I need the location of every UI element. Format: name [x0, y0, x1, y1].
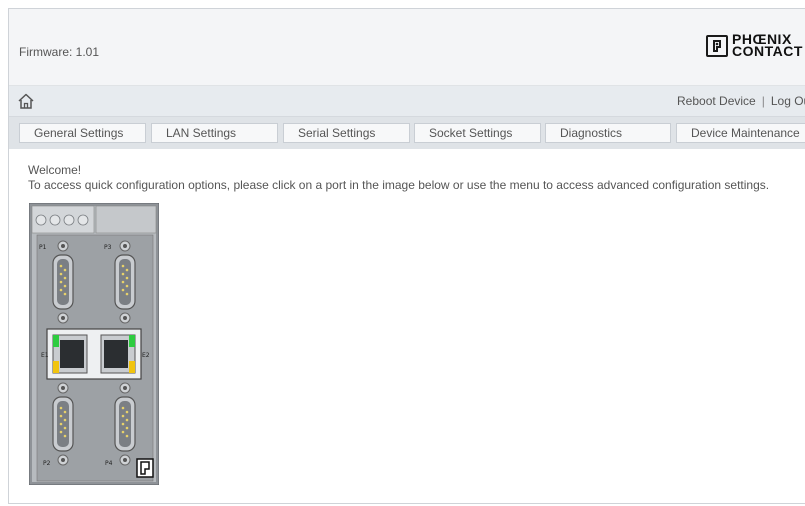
tab-device-maintenance[interactable]: Device Maintenance: [676, 123, 805, 143]
eth-label-e1: E1: [41, 352, 49, 359]
tab-socket-settings[interactable]: Socket Settings: [414, 123, 541, 143]
main-menu-tabs: General Settings LAN Settings Serial Set…: [9, 117, 805, 149]
led-yellow-e1: [53, 361, 59, 373]
welcome-title: Welcome!: [28, 163, 82, 177]
welcome-message: Welcome! To access quick configuration o…: [28, 163, 769, 193]
port-label-p3: P3: [104, 244, 112, 251]
welcome-text: To access quick configuration options, p…: [28, 178, 770, 192]
app-frame: Firmware: 1.01 PHŒNIX CONTACT Reboot Dev…: [8, 8, 805, 504]
main-content: Welcome! To access quick configuration o…: [9, 150, 805, 503]
phoenix-contact-logo: PHŒNIX CONTACT: [706, 32, 805, 61]
port-label-p2: P2: [43, 460, 51, 467]
top-links: Reboot Device | Log Out: [677, 94, 805, 108]
ethernet-block: E1 E2: [41, 328, 150, 380]
logo-line-2: CONTACT: [732, 43, 803, 59]
reboot-device-link[interactable]: Reboot Device: [677, 94, 756, 108]
tab-general-settings[interactable]: General Settings: [19, 123, 146, 143]
header: Firmware: 1.01 PHŒNIX CONTACT: [9, 9, 805, 86]
log-out-link[interactable]: Log Out: [771, 94, 805, 108]
logo-wordmark: PHŒNIX CONTACT: [732, 32, 803, 59]
firmware-version: Firmware: 1.01: [19, 45, 100, 59]
led-green-e1: [53, 335, 59, 347]
link-separator: |: [761, 94, 765, 108]
led-yellow-e2: [129, 361, 135, 373]
tab-lan-settings[interactable]: LAN Settings: [151, 123, 278, 143]
device-image: P1 P3 E1 E2 P2 P4: [29, 203, 159, 485]
home-icon[interactable]: [17, 92, 35, 110]
eth-label-e2: E2: [142, 352, 150, 359]
port-label-p1: P1: [39, 244, 47, 251]
top-navbar: Reboot Device | Log Out: [9, 86, 805, 117]
device-logo-icon: [136, 458, 154, 478]
tab-diagnostics[interactable]: Diagnostics: [545, 123, 671, 143]
port-label-p4: P4: [105, 460, 113, 467]
logo-mark-icon: [706, 35, 728, 57]
led-green-e2: [129, 335, 135, 347]
tab-serial-settings[interactable]: Serial Settings: [283, 123, 410, 143]
